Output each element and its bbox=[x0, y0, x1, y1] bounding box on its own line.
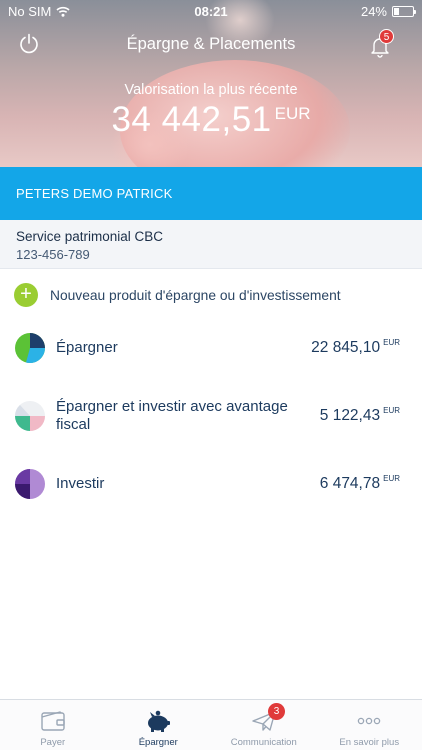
service-header: Service patrimonial CBC 123-456-789 bbox=[0, 220, 422, 269]
service-name: Service patrimonial CBC bbox=[16, 229, 164, 244]
piggy-bank-icon bbox=[148, 710, 171, 732]
product-name: Épargner bbox=[56, 339, 118, 356]
product-value: 5 122,43 EUR bbox=[319, 406, 400, 424]
tab-label: En savoir plus bbox=[339, 737, 400, 748]
tab-label: Communication bbox=[230, 737, 297, 748]
notification-badge: 5 bbox=[379, 29, 394, 44]
page-title: Épargne & Placements bbox=[126, 35, 296, 53]
valuation-label: Valorisation la plus récente bbox=[124, 82, 298, 98]
product-value: 6 474,78 EUR bbox=[319, 474, 400, 492]
tax-advantage-pie-icon bbox=[15, 401, 45, 431]
new-product-button[interactable]: + Nouveau produit d'épargne ou d'investi… bbox=[0, 282, 422, 308]
more-dots-icon bbox=[358, 717, 381, 725]
status-bar: No SIM 08:21 24% bbox=[0, 0, 422, 22]
client-name-bar[interactable]: PETERS DEMO PATRICK bbox=[0, 167, 422, 220]
product-row-tax-advantage[interactable]: Épargner et investir avec avantage fisca… bbox=[0, 398, 422, 434]
product-name: Investir bbox=[56, 475, 105, 492]
tab-label: Payer bbox=[40, 737, 66, 748]
tab-payer[interactable]: Payer bbox=[0, 700, 106, 750]
savings-pie-icon bbox=[15, 333, 46, 364]
battery-status: 24% bbox=[360, 4, 416, 19]
product-row-invest[interactable]: Investir 6 474,78 EUR bbox=[0, 467, 422, 501]
tab-epargner[interactable]: Épargner bbox=[106, 700, 212, 750]
invest-pie-icon bbox=[15, 469, 45, 499]
tab-en-savoir-plus[interactable]: En savoir plus bbox=[317, 700, 422, 750]
service-number: 123-456-789 bbox=[16, 247, 90, 262]
hero-banner: No SIM 08:21 24% Épargne & Placements 5 … bbox=[0, 0, 422, 167]
valuation-total: 34 442,51 EUR bbox=[0, 100, 422, 140]
plus-icon: + bbox=[14, 283, 38, 307]
top-navigation: Épargne & Placements 5 bbox=[0, 28, 422, 62]
new-product-label: Nouveau produit d'épargne ou d'investiss… bbox=[50, 287, 341, 303]
clock: 08:21 bbox=[194, 4, 228, 19]
battery-icon bbox=[392, 6, 416, 17]
valuation-currency: EUR bbox=[274, 104, 311, 123]
battery-percent: 24% bbox=[360, 4, 387, 19]
wallet-icon bbox=[41, 711, 65, 731]
tab-communication[interactable]: Communication bbox=[211, 700, 317, 750]
product-value: 22 845,10 EUR bbox=[311, 338, 400, 356]
product-name: Épargner et investir avec avantage fisca… bbox=[56, 398, 288, 433]
bottom-tab-bar: Payer Épargner Communication En savoir p… bbox=[0, 699, 422, 750]
communication-badge: 3 bbox=[268, 703, 285, 720]
tab-label: Épargner bbox=[138, 737, 178, 748]
valuation-amount: 34 442,51 bbox=[111, 100, 272, 139]
product-row-savings[interactable]: Épargner 22 845,10 EUR bbox=[0, 331, 422, 365]
